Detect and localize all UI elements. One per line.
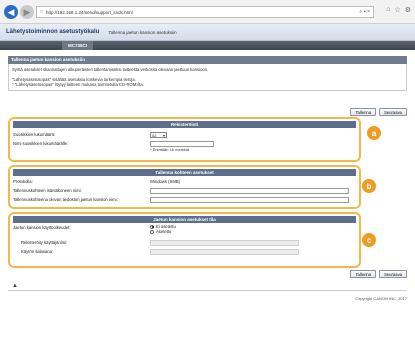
back-arrow-icon[interactable]: ◀ — [4, 5, 18, 19]
max-length-hint: * Enintään 16 merkkiä — [150, 147, 190, 152]
radio-selected-icon — [150, 224, 154, 229]
host-name-label: Tallennuskohteen isäntäkoneen nimi: — [13, 188, 82, 193]
breadcrumb: Tallenna jaetun kansion asetuksiin — [108, 29, 177, 35]
folder-path-label: Tallennuskohteena olevan tiedoston jaetu… — [13, 197, 118, 202]
callout-a: a — [367, 126, 381, 140]
favorite-number-value: 02 — [152, 132, 157, 138]
radio-set-label: Asetettu — [156, 229, 172, 234]
share-settings-title: Jaetun kansion asetukset tila — [13, 216, 356, 223]
callout-b: b — [362, 179, 376, 193]
favorite-number-label: Suosikkien lukumäärä: — [13, 132, 56, 137]
registration-title: Rekisteröinti — [13, 121, 356, 128]
next-button[interactable]: Seuraava — [379, 108, 407, 116]
protocol-label: Protokolla: — [13, 179, 33, 184]
forward-arrow-icon[interactable]: ▶ — [20, 5, 34, 19]
settings-gear-icon[interactable]: ⚙ — [405, 6, 411, 14]
radio-unselected-icon — [150, 229, 154, 234]
app-header: Lähetystoiminnon asetustyökalu Tallenna … — [0, 24, 415, 41]
favorite-name-label: Nimi suosikkien lukumäärälle: — [13, 141, 69, 146]
bottom-button-row: Tallenna Seuraava — [350, 270, 407, 278]
info-line: Syötä asetukset skannattujen alkuperäist… — [12, 67, 209, 72]
save-button[interactable]: Tallenna — [350, 270, 377, 278]
address-bar-actions-icon[interactable]: ⌕ ▾ × — [359, 9, 373, 15]
address-bar[interactable]: □ http://192.168.1.24/send/support_snds.… — [36, 6, 374, 18]
info-panel-title: Tallenna jaetun kansion asetuksiin — [8, 56, 407, 64]
info-line: * "Lähetysasetusopas" löytyy laitteen mu… — [12, 82, 144, 87]
username-label: Rekisteröity käyttäjänimi: — [21, 240, 68, 245]
favorite-number-select[interactable]: 02 ▾ — [150, 131, 167, 138]
protocol-value: Windows (SMB) — [150, 179, 181, 184]
callout-c: c — [362, 233, 376, 247]
top-button-row: Tallenna Seuraava — [350, 108, 407, 116]
model-label: MC735CI — [62, 41, 94, 50]
home-icon[interactable]: ⌂ — [386, 6, 390, 14]
chevron-down-icon: ▾ — [162, 132, 165, 138]
destination-title: Tallenna kohteen asetukset — [13, 169, 356, 176]
password-input[interactable] — [150, 248, 299, 255]
info-panel: Tallenna jaetun kansion asetuksiin Syötä… — [8, 56, 407, 91]
next-button[interactable]: Seuraava — [379, 270, 407, 278]
footer-divider — [8, 290, 407, 291]
destination-section: Tallenna kohteen asetukset Protokolla: W… — [8, 165, 361, 209]
page-icon: □ — [40, 9, 44, 15]
url-text: http://192.168.1.24/send/support_snds.ht… — [46, 9, 133, 15]
app-title: Lähetystoiminnon asetustyökalu — [6, 29, 100, 35]
host-name-input[interactable] — [150, 187, 349, 194]
folder-path-input[interactable] — [150, 196, 349, 203]
browser-toolbar: ◀ ▶ □ http://192.168.1.24/send/support_s… — [0, 0, 415, 24]
model-band: MC735CI — [0, 41, 415, 50]
save-button[interactable]: Tallenna — [350, 108, 377, 116]
radio-set[interactable]: Asetettu — [150, 229, 176, 234]
user-access-label: Jaetun kansion käyttöoikeudet: — [13, 225, 71, 230]
registration-section: Rekisteröinti Suosikkien lukumäärä: 02 ▾… — [8, 117, 361, 162]
copyright: Copyright CANON INC. 2017 — [355, 296, 407, 301]
password-label: Käytön salasana: — [21, 249, 54, 254]
favorites-star-icon[interactable]: ☆ — [394, 6, 400, 14]
username-input[interactable] — [150, 239, 299, 246]
back-to-top-icon[interactable]: ▲ — [12, 283, 18, 289]
favorite-name-input[interactable] — [150, 140, 214, 147]
share-settings-section: Jaetun kansion asetukset tila Jaetun kan… — [8, 212, 361, 268]
